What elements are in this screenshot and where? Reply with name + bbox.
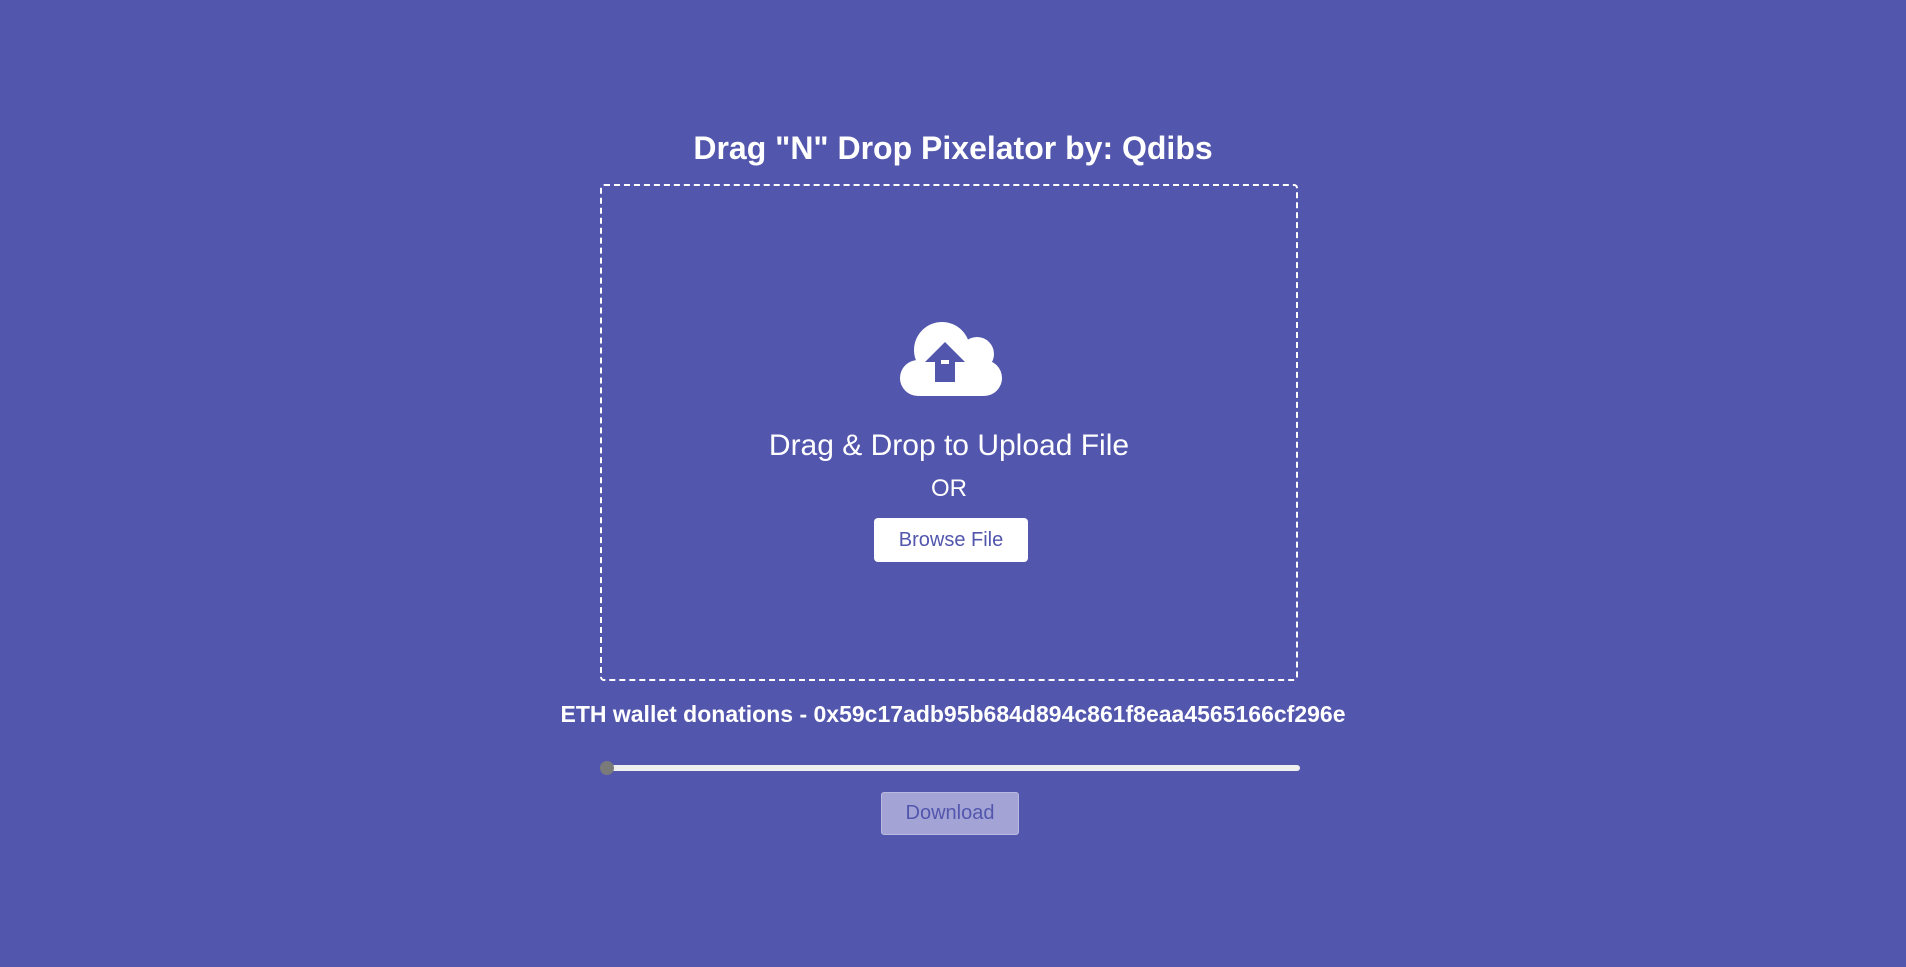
wallet-donation-text: ETH wallet donations - 0x59c17adb95b684d… xyxy=(560,701,1346,727)
browse-file-button[interactable]: Browse File xyxy=(874,518,1028,562)
or-text: OR xyxy=(931,475,967,502)
pixel-size-slider[interactable] xyxy=(602,765,1300,771)
page-title: Drag "N" Drop Pixelator by: Qdibs xyxy=(693,130,1213,166)
cloud-upload-icon xyxy=(900,322,1002,396)
page: Drag "N" Drop Pixelator by: Qdibs Drag &… xyxy=(0,0,1906,967)
drop-area[interactable]: Drag & Drop to Upload File OR Browse Fil… xyxy=(600,184,1298,681)
drop-area-heading: Drag & Drop to Upload File xyxy=(768,429,1130,462)
slider-thumb[interactable] xyxy=(600,761,614,775)
download-button[interactable]: Download xyxy=(881,792,1019,835)
